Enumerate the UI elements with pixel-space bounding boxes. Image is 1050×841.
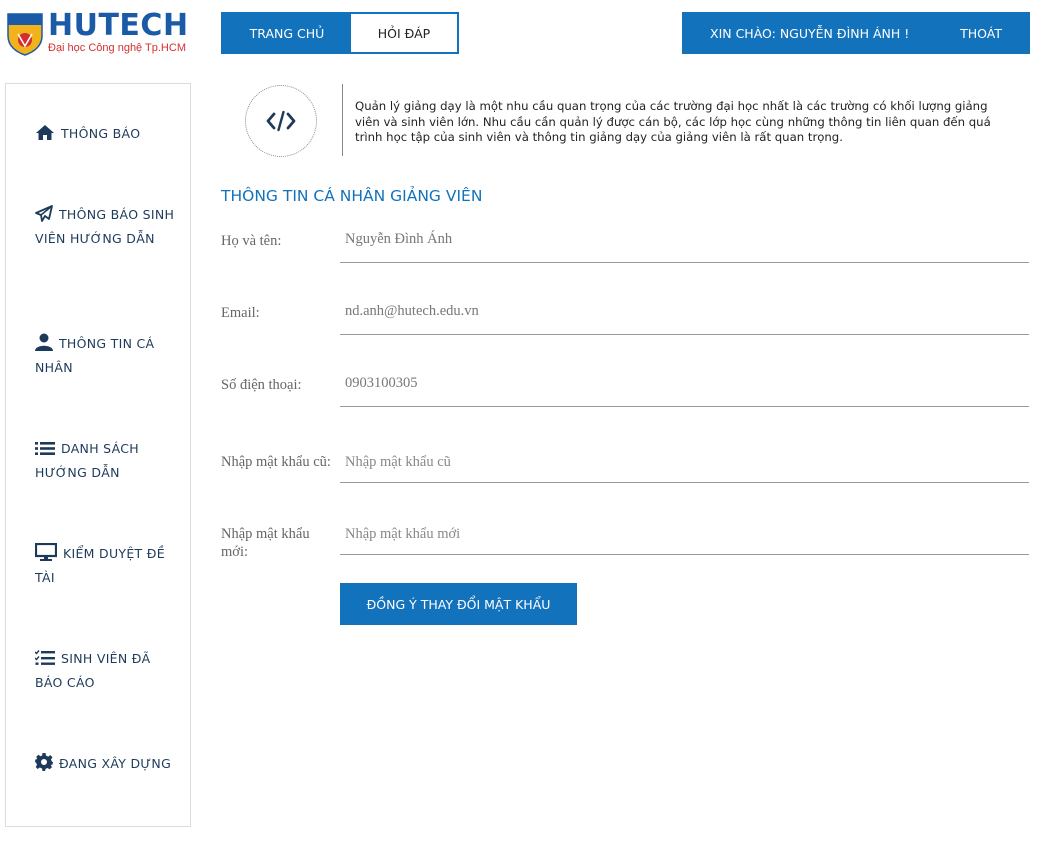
user-greeting: XIN CHÀO: NGUYỄN ĐÌNH ÁNH ! bbox=[710, 25, 910, 41]
nav-home[interactable]: TRANG CHỦ bbox=[223, 14, 351, 52]
sidebar-item-label: ĐANG XÂY DỰNG bbox=[59, 756, 172, 771]
name-value: Nguyễn Đình Ánh bbox=[340, 223, 1029, 263]
sidebar-item-label: THÔNG BÁO SINH VIÊN HƯỚNG DẪN bbox=[35, 207, 175, 246]
sidebar-item-label: THÔNG BÁO bbox=[61, 126, 141, 141]
top-nav: TRANG CHỦ HỎI ĐÁP bbox=[221, 12, 459, 54]
sidebar: THÔNG BÁO THÔNG BÁO SINH VIÊN HƯỚNG DẪN … bbox=[5, 83, 191, 827]
sidebar-item-notifications[interactable]: THÔNG BÁO bbox=[35, 122, 175, 146]
phone-label: Số điện thoại: bbox=[221, 377, 302, 393]
sidebar-item-student-notices[interactable]: THÔNG BÁO SINH VIÊN HƯỚNG DẪN bbox=[35, 203, 175, 251]
shield-logo-icon bbox=[7, 13, 43, 56]
page-title: THÔNG TIN CÁ NHÂN GIẢNG VIÊN bbox=[221, 187, 483, 205]
sidebar-item-profile[interactable]: THÔNG TIN CÁ NHÂN bbox=[35, 332, 175, 380]
intro-code-badge bbox=[245, 85, 317, 157]
user-icon bbox=[35, 333, 53, 351]
new-password-input[interactable] bbox=[340, 515, 1029, 555]
logo-subtitle: Đại học Công nghệ Tp.HCM bbox=[48, 42, 186, 54]
sidebar-item-reported-students[interactable]: SINH VIÊN ĐÃ BÁO CÁO bbox=[35, 647, 175, 695]
sidebar-item-topic-review[interactable]: KIỂM DUYỆT ĐỀ TÀI bbox=[35, 542, 175, 590]
change-password-button[interactable]: ĐỒNG Ý THAY ĐỔI MẬT KHẨU bbox=[340, 583, 577, 625]
intro-divider bbox=[342, 84, 343, 156]
sidebar-item-under-construction[interactable]: ĐANG XÂY DỰNG bbox=[35, 752, 175, 776]
logout-button[interactable]: THOÁT bbox=[960, 26, 1002, 41]
code-icon bbox=[266, 110, 296, 132]
user-bar: XIN CHÀO: NGUYỄN ĐÌNH ÁNH ! THOÁT bbox=[682, 12, 1030, 54]
phone-value: 0903100305 bbox=[340, 367, 1029, 407]
old-password-input[interactable] bbox=[340, 443, 1029, 483]
monitor-icon bbox=[35, 543, 57, 561]
new-password-label: Nhập mật khẩu mới: bbox=[221, 526, 310, 560]
intro-paragraph: Quản lý giảng dạy là một nhu cầu quan tr… bbox=[355, 99, 991, 144]
home-icon bbox=[36, 125, 54, 140]
name-label: Họ và tên: bbox=[221, 233, 282, 249]
hutech-logo[interactable]: HUTECH Đại học Công nghệ Tp.HCM bbox=[6, 8, 189, 58]
gear-icon bbox=[35, 753, 53, 771]
sidebar-item-guidance-list[interactable]: DANH SÁCH HƯỚNG DẪN bbox=[35, 437, 175, 485]
paper-plane-icon bbox=[35, 205, 53, 222]
logo-title: HUTECH bbox=[48, 8, 189, 43]
email-label: Email: bbox=[221, 305, 260, 321]
old-password-label: Nhập mật khẩu cũ: bbox=[221, 454, 331, 470]
email-value: nd.anh@hutech.edu.vn bbox=[340, 295, 1029, 335]
list-icon bbox=[35, 442, 55, 455]
nav-qa[interactable]: HỎI ĐÁP bbox=[351, 14, 457, 52]
checklist-icon bbox=[35, 650, 55, 665]
